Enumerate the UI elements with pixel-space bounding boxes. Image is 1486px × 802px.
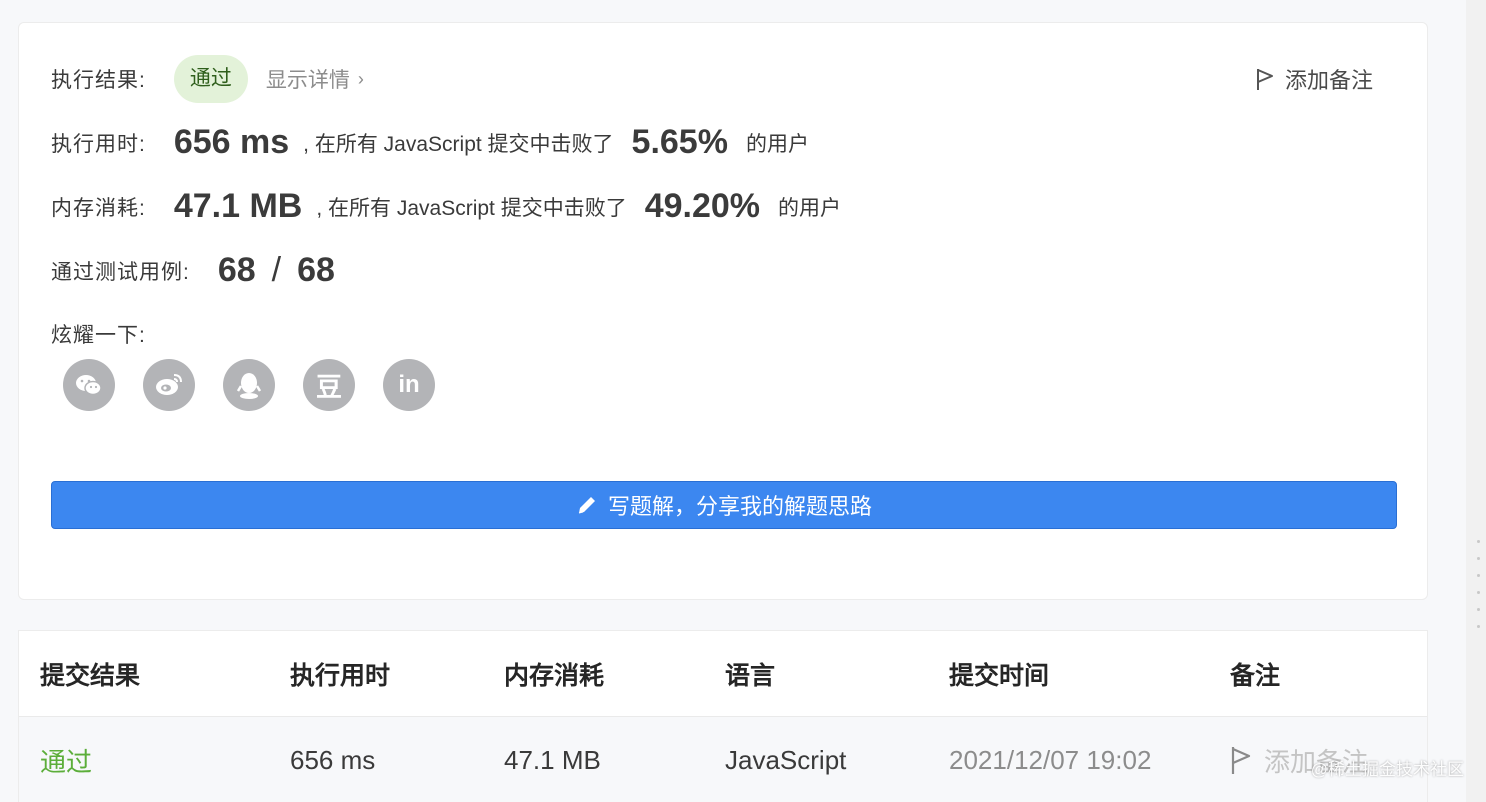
row-memory: 47.1 MB (504, 744, 601, 775)
write-solution-label: 写题解，分享我的解题思路 (607, 494, 872, 519)
header-language: 语言 (725, 661, 776, 690)
memory-middle-text: , 在所有 JavaScript 提交中击败了 (316, 196, 627, 220)
runtime-value: 656 ms (173, 123, 290, 161)
tests-separator: / (271, 251, 282, 289)
tests-total: 68 (297, 251, 335, 289)
runtime-row: 执行用时: 656 ms , 在所有 JavaScript 提交中击败了 5.6… (51, 123, 809, 162)
tests-label: 通过测试用例: (51, 260, 190, 284)
submission-result-page: 执行结果: 通过 显示详情 › 添加备注 执行用时: 656 ms , 在所有 … (0, 0, 1486, 802)
header-note: 备注 (1230, 661, 1281, 690)
row-language: JavaScript (725, 744, 847, 775)
runtime-suffix: 的用户 (745, 132, 809, 156)
result-card: 执行结果: 通过 显示详情 › 添加备注 执行用时: 656 ms , 在所有 … (18, 22, 1428, 600)
flag-icon (1256, 69, 1273, 90)
tests-passed: 68 (217, 251, 256, 289)
tests-row: 通过测试用例: 68 / 68 (51, 251, 335, 290)
submissions-table: 提交结果 执行用时 内存消耗 语言 提交时间 备注 通过 656 ms 47.1… (18, 630, 1428, 802)
header-time: 提交时间 (949, 661, 1050, 690)
header-memory: 内存消耗 (504, 661, 605, 690)
qq-icon (236, 373, 262, 399)
memory-label: 内存消耗: (51, 196, 146, 220)
header-runtime: 执行用时 (290, 661, 391, 690)
write-solution-button[interactable]: 写题解，分享我的解题思路 (51, 481, 1397, 529)
row-status-link[interactable]: 通过 (40, 742, 92, 779)
add-note-label: 添加备注 (1284, 68, 1373, 93)
runtime-middle-text: , 在所有 JavaScript 提交中击败了 (303, 132, 614, 156)
result-label: 执行结果: (51, 69, 146, 92)
memory-row: 内存消耗: 47.1 MB , 在所有 JavaScript 提交中击败了 49… (51, 187, 841, 226)
pencil-icon (578, 497, 595, 514)
memory-suffix: 的用户 (778, 196, 842, 220)
share-row: 炫耀一下: (51, 319, 146, 349)
qq-share-button[interactable] (223, 359, 275, 411)
douban-icon: 豆 (315, 372, 342, 403)
linkedin-share-button[interactable]: in (383, 359, 435, 411)
share-label: 炫耀一下: (51, 324, 146, 347)
table-header: 提交结果 执行用时 内存消耗 语言 提交时间 备注 (19, 631, 1427, 717)
flag-icon (1231, 747, 1251, 774)
row-runtime: 656 ms (290, 744, 376, 775)
scrollbar-track[interactable] (1466, 0, 1486, 802)
table-row[interactable]: 通过 656 ms 47.1 MB JavaScript 2021/12/07 … (19, 717, 1427, 802)
memory-percent: 49.20% (644, 187, 761, 225)
linkedin-icon: in (398, 371, 420, 398)
status-badge: 通过 (173, 55, 248, 103)
weibo-icon (156, 374, 182, 395)
add-note-button[interactable]: 添加备注 (1255, 63, 1373, 95)
show-details-link[interactable]: 显示详情 › (266, 64, 364, 94)
watermark: @稀土掘金技术社区 (1310, 760, 1464, 779)
share-buttons: 豆 in (63, 359, 435, 411)
show-details-label: 显示详情 (265, 69, 350, 92)
result-row: 执行结果: 通过 显示详情 › (51, 55, 364, 103)
runtime-label: 执行用时: (51, 132, 146, 156)
wechat-icon (76, 375, 102, 396)
chevron-right-icon: › (357, 68, 364, 89)
weibo-share-button[interactable] (143, 359, 195, 411)
row-time: 2021/12/07 19:02 (949, 744, 1152, 775)
douban-share-button[interactable]: 豆 (303, 359, 355, 411)
header-status: 提交结果 (40, 661, 141, 690)
runtime-percent: 5.65% (631, 123, 728, 161)
scroll-indicator (1477, 540, 1480, 628)
memory-value: 47.1 MB (173, 187, 303, 225)
wechat-share-button[interactable] (63, 359, 115, 411)
